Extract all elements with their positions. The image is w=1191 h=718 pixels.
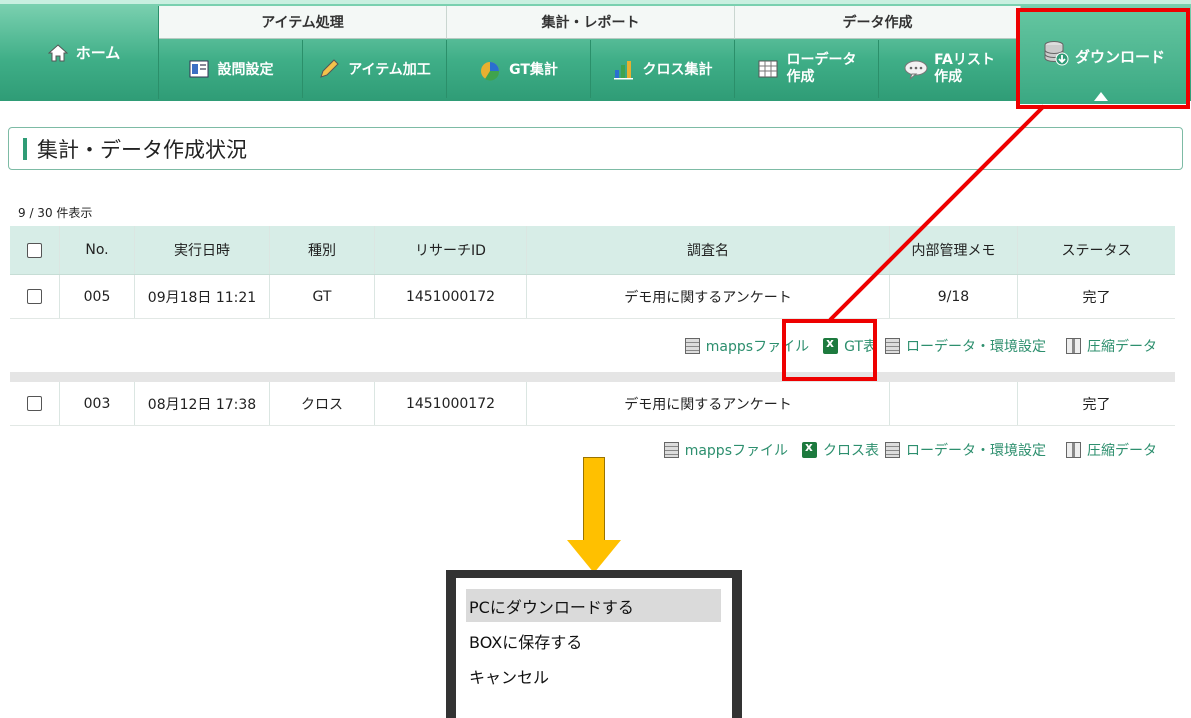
down-arrow-icon <box>567 540 621 573</box>
callout-line <box>828 104 1046 322</box>
menu-item-download-to-pc[interactable]: PCにダウンロードする <box>466 589 721 622</box>
down-arrow-shaft <box>583 457 605 541</box>
menu-item-save-to-box[interactable]: BOXに保存する <box>466 624 721 657</box>
download-context-menu: PCにダウンロードする BOXに保存する キャンセル <box>456 578 732 718</box>
menu-item-cancel[interactable]: キャンセル <box>466 659 721 692</box>
